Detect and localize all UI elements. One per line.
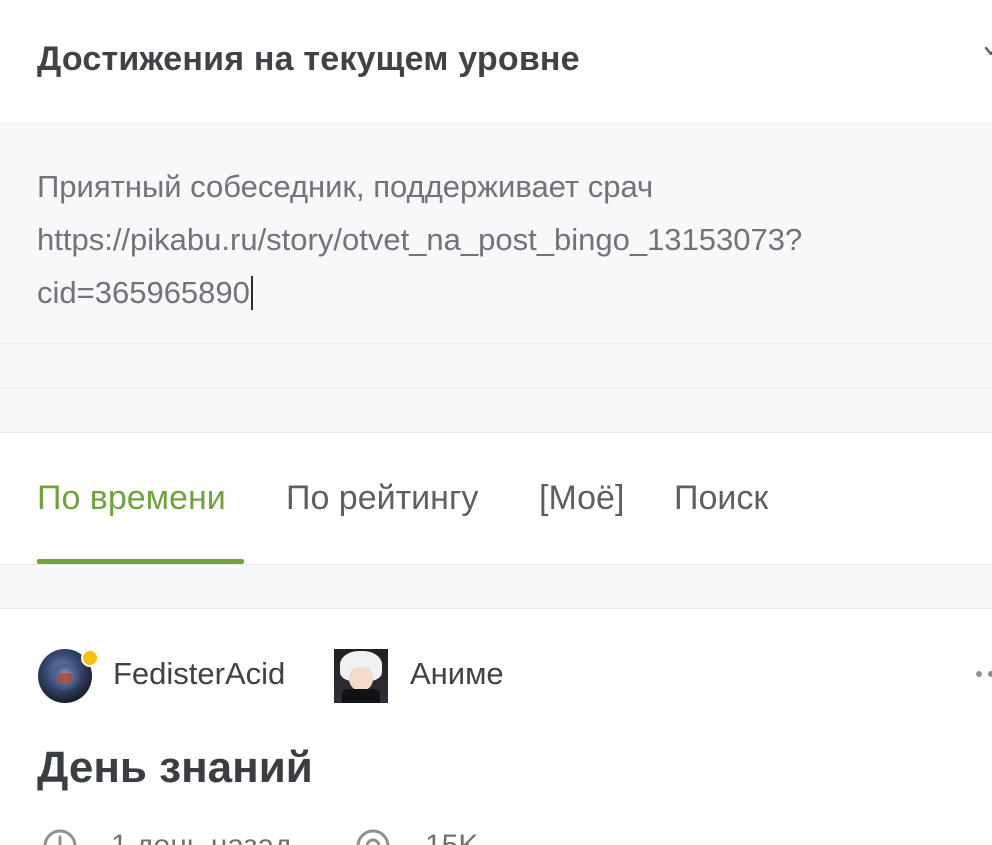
tab-by-rating[interactable]: По рейтингу [286,479,478,518]
header-title: Достижения на текущем уровне [37,40,580,78]
post-meta: 1 день назад 15K [37,825,637,845]
spacer-band [0,388,992,432]
tab-mine[interactable]: [Моё] [539,479,624,518]
achievements-header[interactable]: Достижения на текущем уровне [0,0,992,122]
achievement-textarea[interactable]: Приятный собеседник, поддерживает срач h… [0,122,992,344]
chevron-down-icon[interactable] [984,44,992,58]
eye-icon [356,829,390,845]
spacer-band [0,344,992,387]
sort-tabs: По времени По рейтингу [Моё] Поиск [0,433,992,564]
text-caret [250,276,253,310]
spacer-band [0,565,992,608]
post-title[interactable]: День знаний [37,743,313,793]
post-time: 1 день назад [111,829,292,845]
tab-search[interactable]: Поиск [674,479,768,518]
achievement-text[interactable]: Приятный собеседник, поддерживает срач h… [37,160,937,319]
clock-icon [43,829,77,845]
tab-by-time[interactable]: По времени [37,479,226,518]
post-card: FedisterAcid Аниме День знаний 1 день на… [0,609,992,845]
achievement-text-value: Приятный собеседник, поддерживает срач h… [37,169,803,310]
more-horizontal-icon[interactable] [976,671,992,679]
author-name[interactable]: FedisterAcid [113,656,285,692]
community-avatar[interactable] [334,649,388,703]
page: Достижения на текущем уровне Приятный со… [0,0,992,845]
post-views: 15K [425,829,478,845]
online-status-dot [81,649,99,667]
community-name[interactable]: Аниме [410,656,504,692]
